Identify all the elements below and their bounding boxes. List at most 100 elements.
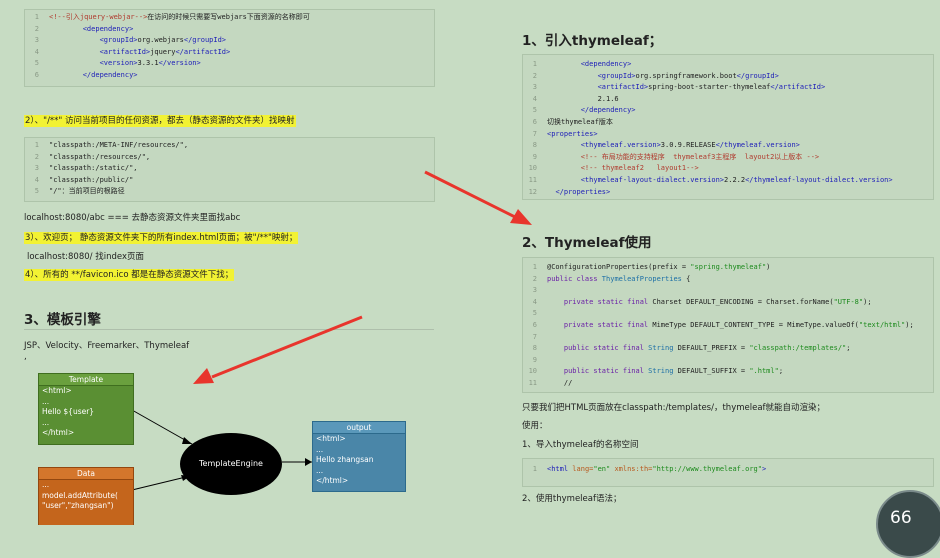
code-token: // — [547, 378, 573, 387]
code-token: "en" — [593, 465, 611, 473]
code-token: </version> — [158, 59, 201, 68]
code-line: 2 public class ThymeleafProperties { — [523, 274, 933, 286]
code-token: 2.2.2 — [724, 175, 746, 184]
code-token: </groupId> — [736, 71, 779, 80]
code-token: <dependency> — [580, 60, 632, 68]
code-token: <artifactId> — [597, 83, 649, 92]
data-box-title: Data — [39, 468, 133, 480]
abc-lookup-text: localhost:8080/abc === 去静态资源文件夹里面找abc — [24, 213, 241, 223]
line-number: 4 — [532, 297, 537, 306]
box-line: Hello zhangsan — [316, 455, 374, 464]
line-number: 7 — [532, 129, 537, 138]
line-number: 4 — [532, 94, 537, 103]
code-token: </thymeleaf.version> — [715, 141, 800, 150]
import-namespace-step: 1、导入thymeleaf的名称空间 — [522, 440, 639, 450]
code-line: 2 <dependency> — [25, 24, 434, 36]
code-token: ".html" — [749, 367, 779, 376]
section-heading-thymeleaf-usage: 2、Thymeleaf使用 — [522, 235, 652, 251]
performance-gauge: 66 — [876, 490, 940, 558]
line-number: 3 — [532, 286, 537, 295]
code-token: 3.0.9.RELEASE — [660, 141, 716, 150]
code-token: xmlns:th= — [610, 465, 653, 473]
code-token: Charset DEFAULT_ENCODING = Charset.forNa… — [652, 297, 834, 306]
left-document-pane: 1 <!--引入jquery-webjar-->在访问的时候只需要写webjars… — [0, 0, 470, 525]
code-token: "spring.thymeleaf" — [690, 263, 767, 271]
box-line: model.addAttribute( — [42, 490, 118, 500]
code-line: 5 "/"：当前项目的根路径 — [25, 186, 434, 198]
right-document-pane: 1、引入thymeleaf； 1 <dependency> 2 <groupId>… — [470, 0, 940, 525]
code-token: lang= — [572, 465, 594, 473]
code-block-thymeleaf-dependency: 1 <dependency> 2 <groupId>org.springframe… — [522, 54, 934, 200]
code-token: private static final — [563, 320, 653, 329]
line-number: 5 — [532, 106, 537, 115]
code-token: 在访问的时候只需要写webjars下面资源的名称即可 — [147, 13, 310, 21]
code-line: 10 <!-- thymeleaf2 layout1--> — [523, 163, 933, 175]
line-number: 8 — [532, 141, 537, 150]
code-line: 3 — [523, 285, 933, 297]
code-token: </artifactId> — [770, 83, 826, 92]
gauge-value: 66 — [890, 508, 912, 528]
code-token: "classpath:/public/" — [49, 175, 134, 184]
code-token: <html — [547, 465, 573, 473]
note-favicon: 4）、所有的 **/favicon.ico 都是在静态资源文件下找； — [24, 268, 235, 281]
line-number: 2 — [34, 24, 39, 33]
line-number: 3 — [34, 164, 39, 173]
code-token: <version> — [99, 59, 138, 68]
code-token: String — [648, 367, 678, 376]
note-welcome-page: 3）、欢迎页； 静态资源文件夹下的所有index.html页面；被"/**"映射… — [24, 231, 299, 244]
line-number: 4 — [34, 175, 39, 184]
line-number: 2 — [532, 274, 537, 283]
template-box: Template <html>... Hello ${user}... </html… — [38, 373, 134, 445]
code-token: "/"：当前项目的根路径 — [49, 187, 125, 196]
line-number: 12 — [528, 187, 537, 196]
code-token: <properties> — [547, 129, 598, 138]
code-line: 6 切换thymeleaf版本 — [523, 117, 933, 129]
line-number: 1 — [532, 263, 537, 271]
code-line: 3 <artifactId>spring-boot-starter-thymel… — [523, 82, 933, 94]
code-line: 4 2.1.6 — [523, 94, 933, 106]
code-line: 6 private static final MimeType DEFAULT_… — [523, 320, 933, 332]
code-token: </groupId> — [183, 36, 227, 45]
code-token: String — [648, 344, 678, 353]
box-line: "user","zhangsan") — [42, 501, 114, 510]
code-line: 9 — [523, 355, 933, 367]
code-block-thymeleaf-properties: 1 @ConfigurationProperties(prefix = "spri… — [522, 257, 934, 393]
code-line: 4 private static final Charset DEFAULT_E… — [523, 297, 933, 309]
code-token: <dependency> — [82, 24, 134, 33]
line-number: 3 — [532, 83, 537, 92]
code-line: 5 <version>3.3.1</version> — [25, 58, 434, 70]
code-token: DEFAULT_SUFFIX = — [677, 367, 750, 376]
box-line: </html> — [42, 428, 75, 437]
code-token: "UTF-8" — [833, 297, 864, 306]
code-line: 1 <html lang="en" xmlns:th="http://www.th… — [523, 464, 933, 476]
code-line: 2 <groupId>org.springframework.boot</gro… — [523, 71, 933, 83]
line-number: 6 — [532, 117, 537, 126]
code-block-static-locations: 1 "classpath:/META-INF/resources/", 2 "clas… — [24, 137, 435, 202]
box-line: ... — [42, 396, 50, 406]
line-number: 1 — [532, 60, 537, 68]
note-static-mapping: 2）、"/**" 访问当前项目的任何资源，都去（静态资源的文件夹）找映射 — [24, 114, 296, 127]
section-heading-import-thymeleaf: 1、引入thymeleaf； — [522, 33, 663, 49]
code-token: ; — [846, 344, 851, 353]
code-line: 4 <artifactId>jquery</artifactId> — [25, 47, 434, 59]
code-line: 5 — [523, 308, 933, 320]
usage-label: 使用： — [522, 421, 548, 431]
data-box: Data ... model.addAttribute("user","zhang… — [38, 467, 134, 525]
line-number: 1 — [34, 141, 39, 149]
code-line: 12 </properties> — [523, 187, 933, 199]
code-line: 6 </dependency> — [25, 70, 434, 82]
code-token: <!-- 布局功能的支持程序 thymeleaf3主程序 layout2以上版本… — [580, 152, 820, 161]
code-token: </dependency> — [82, 70, 138, 79]
engine-list-text: JSP、Velocity、Freemarker、Thymeleaf — [24, 341, 190, 351]
code-token: <artifactId> — [99, 47, 151, 56]
code-token: MimeType DEFAULT_CONTENT_TYPE = MimeType… — [652, 320, 859, 329]
code-token: ); — [863, 297, 872, 306]
line-number: 2 — [532, 71, 537, 80]
